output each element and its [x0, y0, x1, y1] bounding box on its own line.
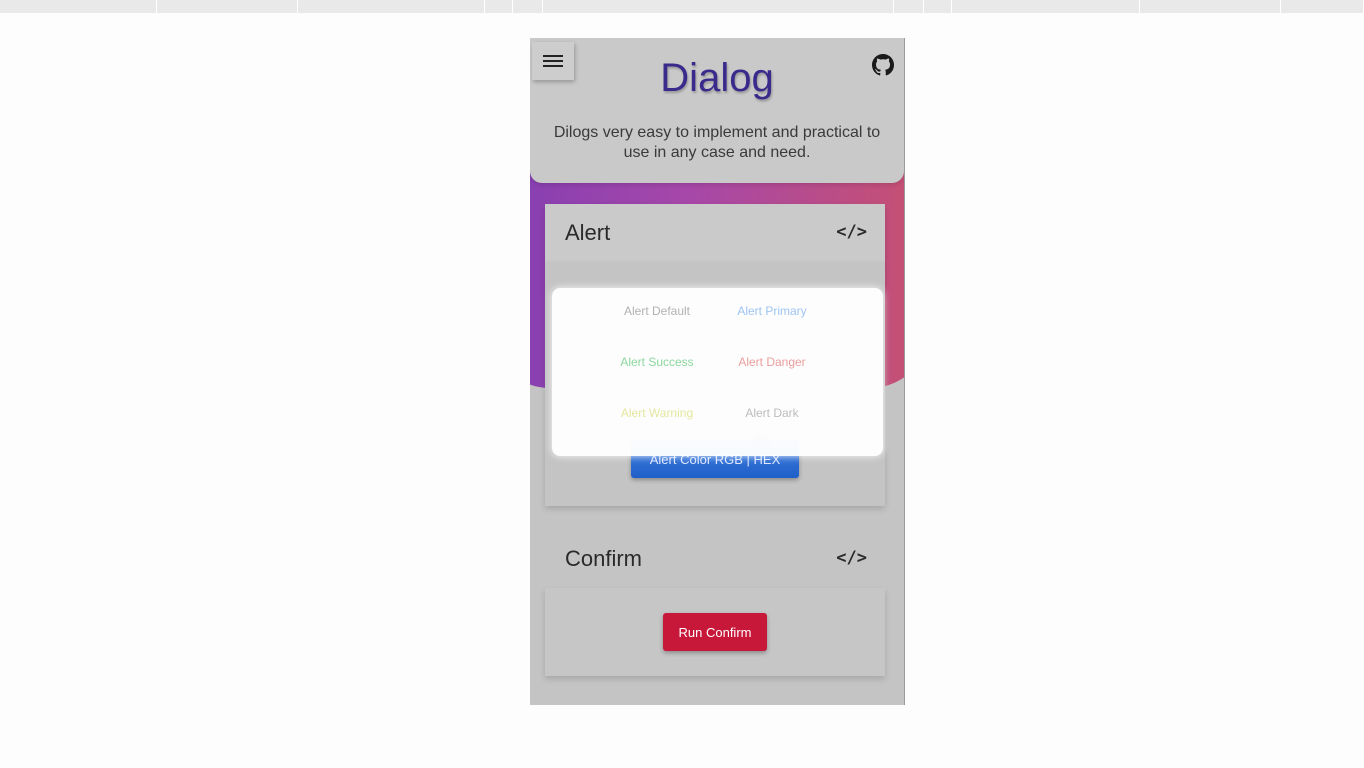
alert-section-title: Alert	[565, 220, 611, 245]
browser-tab[interactable]	[924, 0, 952, 13]
browser-tab[interactable]	[513, 0, 543, 13]
alert-default-option[interactable]: Alert Default	[592, 303, 722, 319]
app-viewport: Dialog Dilogs very easy to implement and…	[530, 38, 905, 705]
browser-tab[interactable]	[485, 0, 513, 13]
alert-danger-option[interactable]: Alert Danger	[707, 354, 837, 370]
confirm-section-title: Confirm	[565, 546, 643, 571]
alert-options-dialog: Alert Default Alert Primary Alert Succes…	[552, 288, 883, 456]
github-icon[interactable]	[872, 54, 894, 76]
alert-card-header: Alert </>	[545, 204, 885, 262]
alert-warning-option[interactable]: Alert Warning	[592, 405, 722, 421]
browser-tab[interactable]	[894, 0, 924, 13]
browser-tab[interactable]	[157, 0, 298, 13]
alert-success-option[interactable]: Alert Success	[592, 354, 722, 370]
browser-tab[interactable]	[0, 0, 157, 13]
page-title: Dialog	[660, 56, 774, 100]
app-header: Dialog Dilogs very easy to implement and…	[530, 38, 904, 183]
confirm-card-header: Confirm </>	[545, 530, 885, 588]
browser-tab[interactable]	[1281, 0, 1364, 13]
browser-top-strip	[0, 0, 1364, 13]
browser-tab[interactable]	[298, 0, 485, 13]
browser-tab[interactable]	[543, 0, 894, 13]
alert-dark-option[interactable]: Alert Dark	[707, 405, 837, 421]
code-icon[interactable]: </>	[836, 222, 867, 242]
run-confirm-button[interactable]: Run Confirm	[663, 613, 767, 651]
alert-primary-option[interactable]: Alert Primary	[707, 303, 837, 319]
browser-tab[interactable]	[1140, 0, 1281, 13]
page-subtitle: Dilogs very easy to implement and practi…	[553, 124, 881, 161]
browser-tab[interactable]	[952, 0, 1140, 13]
code-icon[interactable]: </>	[836, 548, 867, 568]
